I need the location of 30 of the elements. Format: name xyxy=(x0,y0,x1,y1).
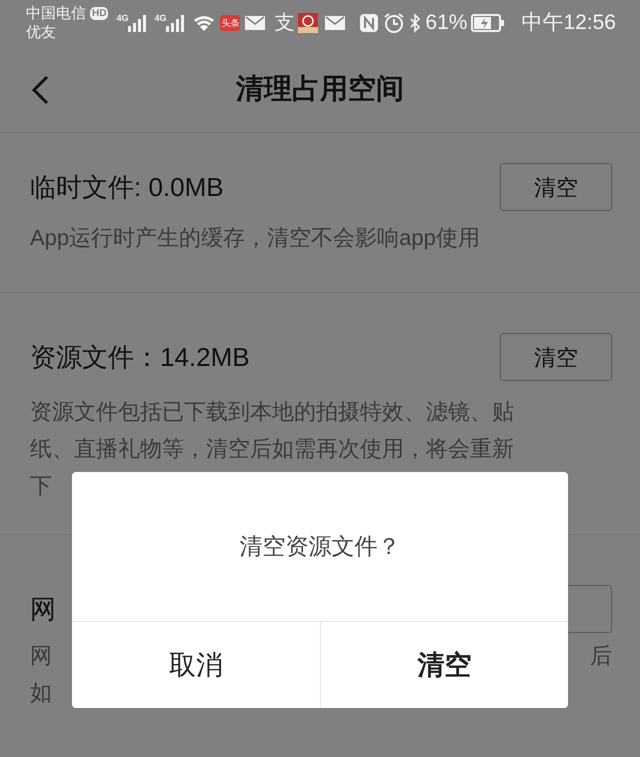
hd-badge: HD xyxy=(90,6,108,20)
battery-icon xyxy=(471,14,506,32)
app-glyph: 支 xyxy=(274,10,294,36)
section-description: App运行时产生的缓存，清空不会影响app使用 xyxy=(30,224,481,252)
section-title: 网 xyxy=(30,592,56,626)
section-description: 网 如 xyxy=(30,642,52,707)
app-icon xyxy=(298,12,318,32)
section-title: 临时文件: 0.0MB xyxy=(30,170,224,204)
clear-button[interactable]: 清空 xyxy=(500,163,612,211)
app-badge: 头条 xyxy=(220,14,240,30)
mail-icon xyxy=(244,14,266,30)
signal-icon xyxy=(128,14,146,32)
network-label: 4G xyxy=(116,14,128,22)
section-description: 后 xyxy=(590,642,612,670)
mail-icon xyxy=(324,14,346,30)
section-title: 资源文件：14.2MB xyxy=(30,340,250,374)
bluetooth-icon xyxy=(409,12,422,32)
clear-button[interactable]: 清空 xyxy=(500,333,612,381)
battery-percent: 61% xyxy=(425,10,468,36)
carrier-name: 中国电信 xyxy=(26,4,86,22)
alarm-icon xyxy=(383,12,406,34)
wifi-icon xyxy=(192,14,216,32)
network-label: 4G xyxy=(154,14,166,22)
carrier-name: 优友 xyxy=(26,22,57,42)
page-title: 清理占用空间 xyxy=(236,72,404,106)
back-icon[interactable] xyxy=(30,75,50,105)
nfc-icon xyxy=(359,12,380,32)
status-time: 中午12:56 xyxy=(521,10,616,36)
confirm-button[interactable]: 清空 xyxy=(320,622,568,708)
signal-icon xyxy=(166,14,184,32)
